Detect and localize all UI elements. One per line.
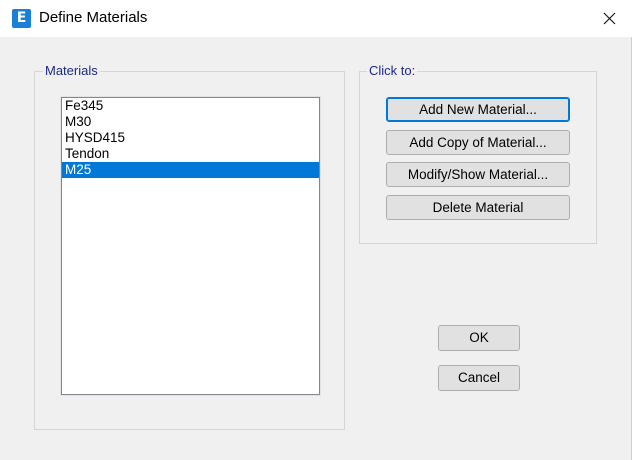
title-bar[interactable]: E Define Materials xyxy=(0,0,632,37)
close-button[interactable] xyxy=(586,0,632,37)
define-materials-dialog: E Define Materials Materials Fe345 M30 HYS… xyxy=(0,0,632,460)
material-list-item[interactable]: M25 xyxy=(62,162,319,178)
material-list-item[interactable]: Tendon xyxy=(62,146,319,162)
material-list-item[interactable]: Fe345 xyxy=(62,98,319,114)
click-to-group-label: Click to: xyxy=(367,63,418,79)
modify-show-material-button[interactable]: Modify/Show Material... xyxy=(386,162,570,187)
material-list-item[interactable]: HYSD415 xyxy=(62,130,319,146)
ok-button[interactable]: OK xyxy=(438,325,520,351)
cancel-button[interactable]: Cancel xyxy=(438,365,520,391)
close-icon xyxy=(603,12,616,25)
app-icon: E xyxy=(12,9,31,28)
materials-group-label: Materials xyxy=(43,63,100,79)
window-title: Define Materials xyxy=(39,9,148,26)
materials-listbox[interactable]: Fe345 M30 HYSD415 Tendon M25 xyxy=(60,96,321,396)
material-list-item[interactable]: M30 xyxy=(62,114,319,130)
add-copy-material-button[interactable]: Add Copy of Material... xyxy=(386,130,570,155)
add-new-material-button[interactable]: Add New Material... xyxy=(386,97,570,122)
delete-material-button[interactable]: Delete Material xyxy=(386,195,570,220)
